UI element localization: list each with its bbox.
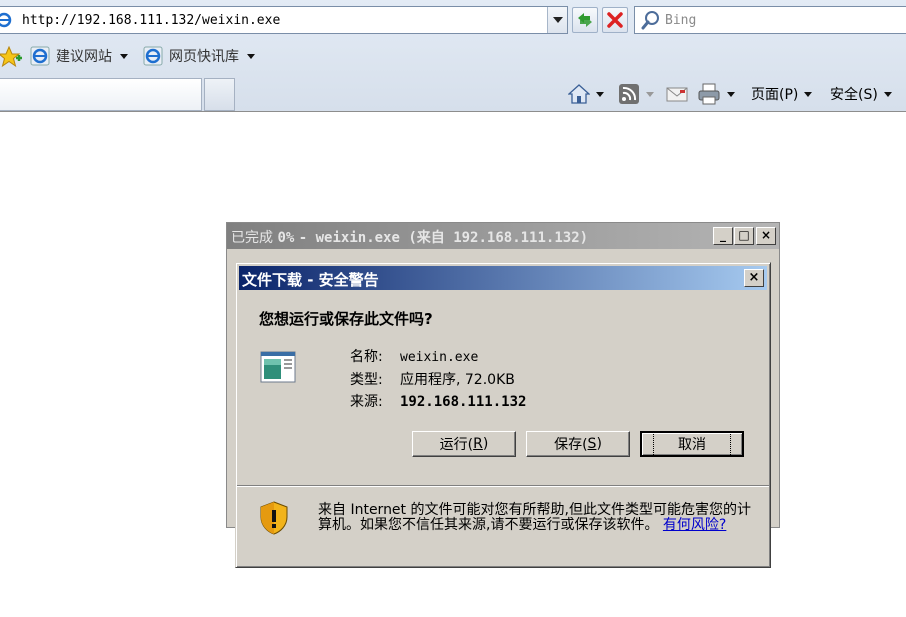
file-name-value: weixin.exe [400, 350, 479, 365]
home-button[interactable] [568, 82, 604, 106]
safety-menu-label: 安全(S) [830, 87, 878, 103]
progress-title-bar[interactable]: 已完成 0% - weixin.exe (来自 192.168.111.132)… [227, 223, 779, 249]
ie-logo-icon [143, 46, 163, 66]
dialog-separator [237, 485, 769, 487]
read-mail-button[interactable] [666, 82, 688, 106]
file-download-dialog: 文件下载 - 安全警告 × 您想运行或保存此文件吗? 名称: weixin.exe… [235, 262, 771, 568]
browser-chrome: http://192.168.111.132/weixin.exe Bing 建… [0, 0, 906, 112]
chevron-down-icon[interactable] [596, 91, 604, 97]
rss-icon [619, 84, 639, 104]
search-placeholder: Bing [665, 13, 697, 28]
safety-menu[interactable]: 安全(S) [830, 82, 892, 106]
chevron-down-icon[interactable] [646, 91, 654, 97]
search-input[interactable]: Bing [634, 6, 906, 34]
file-type-row: 类型: 应用程序, 72.0KB [350, 369, 515, 389]
dialog-close-button[interactable]: × [744, 269, 764, 287]
file-name-label: 名称: [350, 349, 383, 365]
favorite-label: 网页快讯库 [169, 49, 239, 65]
chevron-down-icon[interactable] [727, 91, 735, 97]
file-type-value: 应用程序, 72.0KB [400, 372, 515, 388]
address-text[interactable]: http://192.168.111.132/weixin.exe [22, 13, 280, 28]
chevron-down-icon [120, 53, 128, 59]
chevron-down-icon [247, 53, 255, 59]
close-button[interactable]: × [756, 227, 776, 245]
progress-percent: 0% [277, 230, 295, 246]
page-menu[interactable]: 页面(P) [751, 82, 813, 106]
cancel-button[interactable]: 取消 [640, 431, 744, 457]
address-row: http://192.168.111.132/weixin.exe Bing [0, 4, 906, 34]
minimize-button[interactable]: _ [713, 227, 733, 245]
security-warning-text: 来自 Internet 的文件可能对您有所帮助,但此文件类型可能危害您的计算机。… [318, 503, 758, 533]
dialog-title-bar[interactable]: 文件下载 - 安全警告 × [239, 266, 767, 290]
address-bar[interactable]: http://192.168.111.132/weixin.exe [0, 6, 568, 34]
progress-title: 已完成 0% - weixin.exe (来自 192.168.111.132) [231, 227, 588, 247]
page-menu-label: 页面(P) [751, 87, 799, 103]
chevron-down-icon [804, 91, 813, 97]
refresh-button[interactable] [572, 7, 598, 33]
refresh-icon [578, 13, 592, 27]
tab-row: 页面(P) 安全(S) [0, 76, 906, 112]
save-button[interactable]: 保存(S) [526, 431, 630, 457]
run-button[interactable]: 运行(R) [412, 431, 516, 457]
run-button-hotkey: R [473, 436, 483, 452]
file-name-row: 名称: weixin.exe [350, 346, 478, 366]
favorite-web-slice-gallery[interactable]: 网页快讯库 [143, 44, 255, 68]
run-button-label: 运行( [439, 437, 474, 453]
home-icon [568, 84, 590, 104]
file-source-value: 192.168.111.132 [400, 394, 527, 410]
application-file-icon [260, 351, 296, 383]
feeds-button[interactable] [618, 82, 654, 106]
risk-link[interactable]: 有何风险? [663, 517, 726, 533]
progress-title-rest: - weixin.exe (来自 192.168.111.132) [298, 230, 589, 246]
file-type-label: 类型: [350, 372, 383, 388]
favorites-bar: 建议网站 网页快讯库 [0, 40, 906, 72]
print-button[interactable] [697, 82, 735, 106]
favorites-star-icon[interactable] [0, 46, 22, 68]
favorite-suggested-sites[interactable]: 建议网站 [30, 44, 128, 68]
stop-button[interactable] [602, 7, 628, 33]
new-tab-button[interactable] [204, 78, 235, 111]
tab-current[interactable] [0, 78, 202, 111]
save-button-hotkey: S [587, 436, 597, 452]
ie-logo-icon [0, 12, 12, 28]
security-shield-icon [260, 501, 288, 535]
close-icon [607, 12, 623, 28]
dialog-title: 文件下载 - 安全警告 [242, 271, 379, 289]
save-button-label: 保存( [554, 437, 588, 453]
ie-logo-icon [30, 46, 50, 66]
mail-icon [666, 87, 688, 102]
search-icon [641, 11, 659, 30]
save-button-paren: ) [596, 436, 602, 452]
run-button-paren: ) [482, 436, 489, 452]
address-dropdown-button[interactable] [547, 7, 567, 33]
file-source-row: 来源: 192.168.111.132 [350, 391, 526, 411]
file-source-label: 来源: [350, 394, 383, 410]
dialog-question: 您想运行或保存此文件吗? [259, 310, 433, 328]
maximize-button[interactable]: □ [734, 227, 754, 245]
progress-status: 已完成 [231, 230, 273, 246]
cancel-button-label: 取消 [653, 431, 731, 457]
favorite-label: 建议网站 [56, 49, 112, 65]
chevron-down-icon [883, 91, 892, 97]
printer-icon [698, 83, 720, 105]
